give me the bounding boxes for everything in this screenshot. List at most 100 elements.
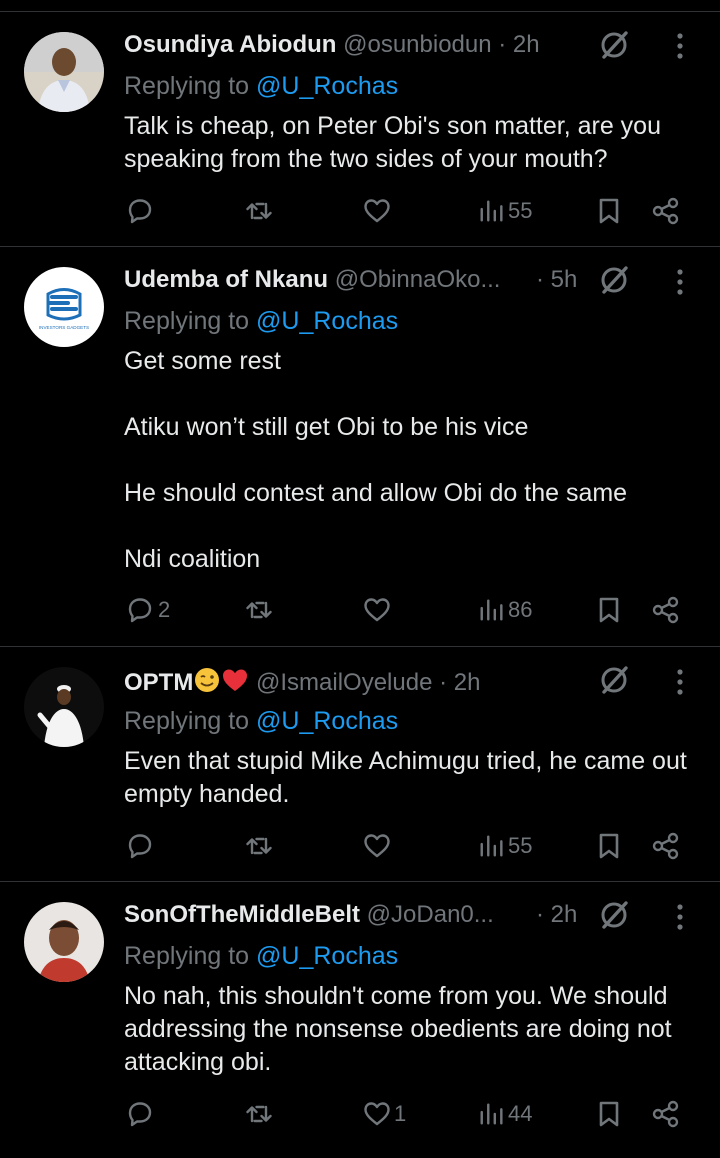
views-count: 55	[508, 198, 533, 223]
tweet-divider	[0, 881, 720, 882]
avatar[interactable]	[24, 902, 104, 982]
replying-to-label: Replying to	[124, 942, 257, 970]
reply-button[interactable]	[126, 193, 158, 229]
bookmark-icon	[599, 1101, 619, 1127]
views-button[interactable]: 44	[478, 1096, 532, 1132]
user-handle[interactable]: @osunbiodun	[343, 31, 491, 58]
share-icon	[652, 596, 679, 624]
red-heart-emoji	[221, 666, 249, 698]
like-icon	[364, 199, 390, 223]
retweet-icon	[246, 601, 272, 619]
display-name[interactable]: Udemba of Nkanu	[124, 266, 328, 293]
grok-icon[interactable]	[596, 897, 632, 933]
reply-button[interactable]	[126, 828, 158, 864]
tweet-paragraph: Talk is cheap, on Peter Obi's son matter…	[124, 112, 661, 173]
tweet-paragraph: No nah, this shouldn't come from you. We…	[124, 982, 672, 1076]
top-divider	[0, 11, 720, 12]
reply-mention-link[interactable]: @U_Rochas	[256, 307, 398, 335]
more-icon[interactable]	[668, 664, 692, 700]
views-count: 44	[508, 1101, 533, 1126]
views-button[interactable]: 55	[478, 828, 532, 864]
display-name[interactable]: OPTM	[124, 669, 193, 696]
more-icon[interactable]	[668, 899, 692, 935]
reply-button[interactable]	[126, 1096, 158, 1132]
share-icon	[652, 197, 679, 225]
more-icon[interactable]	[668, 264, 692, 300]
tweet-header: Osundiya Abiodun @osunbiodun · 2h	[124, 29, 584, 61]
display-name[interactable]: Osundiya Abiodun	[124, 31, 336, 58]
reply-icon	[128, 1102, 152, 1127]
more-icon[interactable]	[668, 28, 692, 64]
like-button[interactable]	[362, 592, 394, 628]
display-name[interactable]: SonOfTheMiddleBelt	[124, 901, 360, 928]
tweet-paragraph: He should contest and allow Obi do the s…	[124, 479, 628, 507]
action-bar: 1 44	[0, 1096, 720, 1132]
bookmark-button[interactable]	[595, 1096, 623, 1132]
share-icon	[652, 1100, 679, 1128]
like-icon	[364, 598, 390, 622]
avatar[interactable]: INVESTORS GADGETS	[24, 267, 104, 347]
tweet-divider	[0, 646, 720, 647]
tweet-text: No nah, this shouldn't come from you. We…	[124, 980, 704, 1079]
grok-icon[interactable]	[596, 662, 632, 698]
views-count: 55	[508, 833, 533, 858]
timestamp[interactable]: · 5h	[536, 264, 577, 296]
avatar[interactable]	[24, 32, 104, 112]
tweet-text: Get some rest Atiku won’t still get Obi …	[124, 345, 704, 576]
reply-icon	[128, 598, 152, 623]
views-icon	[480, 599, 503, 621]
reply-count: 2	[158, 597, 171, 622]
retweet-icon	[246, 1105, 272, 1123]
bookmark-button[interactable]	[595, 828, 623, 864]
bookmark-button[interactable]	[595, 193, 623, 229]
reply-mention-link[interactable]: @U_Rochas	[256, 707, 398, 735]
share-button[interactable]	[651, 193, 681, 229]
retweet-icon	[246, 202, 272, 220]
like-button[interactable]	[362, 828, 394, 864]
replying-to-label: Replying to	[124, 72, 257, 100]
action-bar: 55	[0, 828, 720, 864]
bookmark-icon	[599, 198, 619, 224]
tweet-paragraph: Atiku won’t still get Obi to be his vice	[124, 413, 529, 441]
user-handle[interactable]: @JoDan0...	[367, 901, 494, 928]
tweet-divider	[0, 246, 720, 247]
reply-button[interactable]: 2	[126, 592, 170, 628]
retweet-button[interactable]	[244, 1096, 274, 1132]
timestamp[interactable]: · 2h	[498, 31, 539, 58]
replying-to-label: Replying to	[124, 707, 257, 735]
bookmark-icon	[599, 833, 619, 859]
retweet-button[interactable]	[244, 193, 274, 229]
user-handle[interactable]: @IsmailOyelude	[256, 669, 432, 696]
replying-to: Replying to @U_Rochas	[124, 940, 398, 972]
timestamp[interactable]: · 2h	[536, 899, 577, 931]
grok-icon[interactable]	[596, 27, 632, 63]
views-button[interactable]: 86	[478, 592, 532, 628]
retweet-button[interactable]	[244, 828, 274, 864]
like-count: 1	[394, 1101, 407, 1126]
bookmark-button[interactable]	[595, 592, 623, 628]
share-button[interactable]	[651, 592, 681, 628]
avatar-logo-text: INVESTORS GADGETS	[39, 325, 89, 330]
reply-mention-link[interactable]: @U_Rochas	[256, 942, 398, 970]
tweet-paragraph: Ndi coalition	[124, 545, 261, 573]
action-bar: 2 86	[0, 592, 720, 628]
like-button[interactable]: 1	[362, 1096, 406, 1132]
tweet-text: Even that stupid Mike Achimugu tried, he…	[124, 745, 704, 811]
action-bar: 55	[0, 193, 720, 229]
like-icon	[364, 834, 390, 858]
retweet-icon	[246, 837, 272, 855]
timestamp[interactable]: · 2h	[439, 669, 480, 696]
reply-icon	[128, 199, 152, 224]
replying-to: Replying to @U_Rochas	[124, 305, 398, 337]
like-button[interactable]	[362, 193, 394, 229]
grok-icon[interactable]	[596, 262, 632, 298]
user-handle[interactable]: @ObinnaOko...	[335, 266, 501, 293]
retweet-button[interactable]	[244, 592, 274, 628]
views-icon	[480, 200, 503, 222]
share-button[interactable]	[651, 828, 681, 864]
reply-mention-link[interactable]: @U_Rochas	[256, 72, 398, 100]
avatar[interactable]	[24, 667, 104, 747]
views-button[interactable]: 55	[478, 193, 532, 229]
replying-to-label: Replying to	[124, 307, 257, 335]
share-button[interactable]	[651, 1096, 681, 1132]
